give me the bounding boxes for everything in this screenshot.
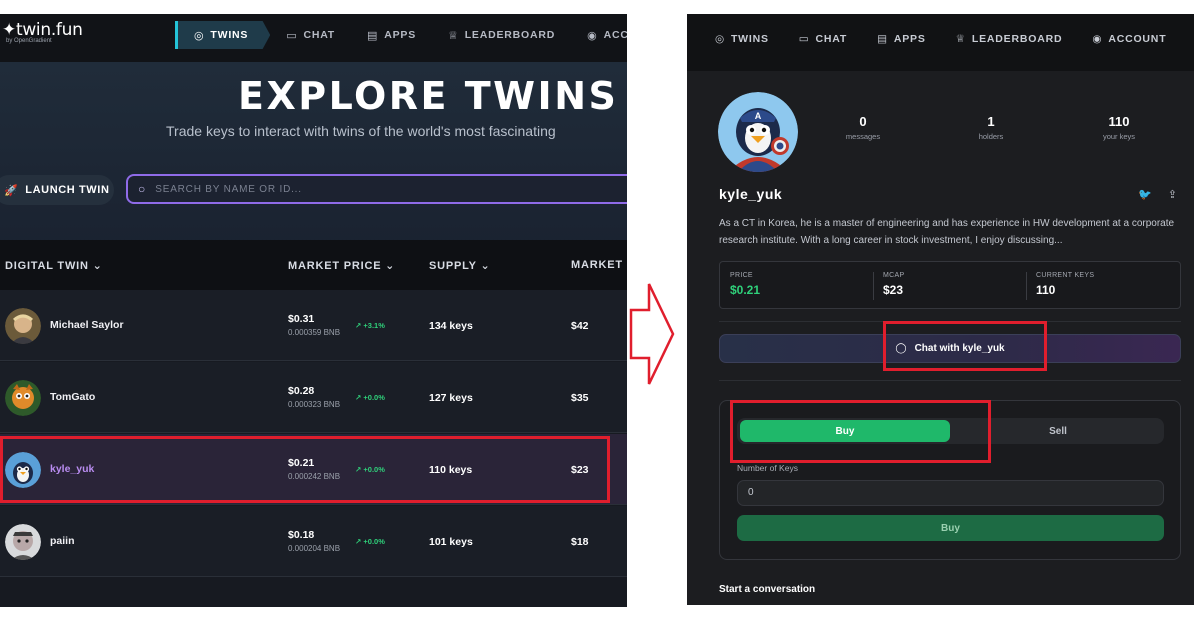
user-circle-icon: ◉ [587, 29, 598, 42]
tab-leaderboard[interactable]: ♕ LEADERBOARD [432, 21, 571, 49]
right-panel: ◎ TWINS ▭ CHAT ▤ APPS ♕ LEADERBOARD ◉ ACCOUNT… [687, 14, 1194, 605]
conversation-heading: Start a conversation [719, 584, 816, 595]
twin-name[interactable]: paiin [50, 535, 75, 547]
arrow-right-icon [629, 283, 675, 385]
tab-twins[interactable]: ◎ TWINS [715, 33, 769, 45]
stat-price: PRICE $0.21 [730, 272, 761, 297]
share-icon[interactable]: ⇪ [1168, 188, 1177, 201]
annotation-highlight-buy [730, 400, 991, 463]
compass-icon: ◎ [194, 29, 205, 42]
avatar [5, 380, 41, 416]
bnb-price: 0.000204 BNB [288, 544, 341, 553]
social-links: 🐦 ⇪ [1138, 188, 1177, 201]
rocket-icon: 🚀 [4, 184, 19, 197]
compass-icon: ◎ [715, 33, 725, 45]
market-price: $0.28 [288, 385, 315, 397]
market-cap: $18 [571, 536, 589, 548]
number-of-keys-input[interactable]: 0 [737, 480, 1164, 506]
stat-current-keys: CURRENT KEYS 110 [1036, 272, 1095, 297]
stat-your-keys: 110 your keys [1102, 114, 1136, 141]
user-circle-icon: ◉ [1092, 33, 1103, 45]
trophy-icon: ♕ [448, 29, 459, 42]
supply: 127 keys [429, 392, 473, 404]
keys-label: Number of Keys [737, 463, 798, 473]
avatar [5, 524, 41, 560]
brand-logo: ✦twin.fun [2, 20, 83, 40]
table-header: DIGITAL TWIN ⌄ MARKET PRICE ⌄ SUPPLY ⌄ M… [0, 240, 627, 290]
tab-chat[interactable]: ▭ CHAT [270, 21, 351, 49]
avatar [5, 308, 41, 344]
market-price: $0.31 [288, 313, 315, 325]
supply: 134 keys [429, 320, 473, 332]
annotation-highlight-chat [883, 321, 1047, 371]
top-nav: ✦twin.fun by OpenGradient ◎ TWINS ▭ CHAT ▤… [0, 14, 627, 62]
market-stats: PRICE $0.21 MCAP $23 CURRENT KEYS 110 [719, 261, 1181, 309]
top-nav: ◎ TWINS ▭ CHAT ▤ APPS ♕ LEADERBOARD ◉ ACCOUNT [687, 14, 1194, 71]
trend-up-icon: ↗ [355, 393, 362, 402]
stat-messages: 0 messages [845, 114, 881, 141]
tab-apps[interactable]: ▤ APPS [351, 21, 432, 49]
twin-name[interactable]: Michael Saylor [50, 319, 124, 331]
tab-chat[interactable]: ▭ CHAT [799, 33, 847, 45]
tab-account[interactable]: ◉ACCOUNT [1092, 33, 1166, 45]
price-change: ↗ +0.0% [355, 393, 385, 402]
brand[interactable]: ✦twin.fun by OpenGradient [2, 20, 83, 44]
trend-up-icon: ↗ [355, 321, 362, 330]
stat-mcap: MCAP $23 [883, 272, 905, 297]
page-title: EXPLORE TWINS [238, 74, 619, 118]
bnb-price: 0.000323 BNB [288, 400, 341, 409]
price-change: ↗ +0.0% [355, 537, 385, 546]
column-market-price[interactable]: MARKET PRICE ⌄ [288, 259, 395, 272]
nav-tabs: ◎TWINS ▭CHAT ▤APPS ♕LEADERBOARD ◉ACCOUNT [715, 33, 1166, 45]
buy-button[interactable]: Buy [737, 515, 1164, 541]
tab-twins[interactable]: ◎ TWINS [175, 21, 271, 49]
chat-icon: ▭ [798, 33, 810, 45]
price-change: ↗ +3.1% [355, 321, 385, 330]
table-row[interactable]: Michael Saylor $0.31 0.000359 BNB ↗ +3.1… [0, 290, 627, 361]
column-digital-twin[interactable]: DIGITAL TWIN ⌄ [5, 259, 103, 272]
svg-text:A: A [755, 111, 762, 121]
search-icon: ○ [138, 182, 146, 196]
hero: EXPLORE TWINS Trade keys to interact wit… [0, 62, 627, 254]
market-price: $0.18 [288, 529, 315, 541]
launch-twin-button[interactable]: 🚀 LAUNCH TWIN [0, 175, 114, 205]
stat-holders: 1 holders [978, 114, 1004, 141]
twitter-icon[interactable]: 🐦 [1138, 188, 1152, 201]
window-icon: ▤ [367, 29, 379, 42]
tab-account[interactable]: ◉ACCOUNT [571, 21, 627, 49]
profile-bio: As a CT in Korea, he is a master of engi… [719, 218, 1175, 246]
profile-name: kyle_yuk [719, 186, 783, 202]
divider [719, 380, 1181, 381]
market-cap: $35 [571, 392, 589, 404]
trend-up-icon: ↗ [355, 537, 362, 546]
profile-avatar: A [718, 92, 798, 172]
column-supply[interactable]: SUPPLY ⌄ [429, 259, 490, 272]
bnb-price: 0.000359 BNB [288, 328, 341, 337]
tab-apps[interactable]: ▤ APPS [877, 33, 926, 45]
supply: 101 keys [429, 536, 473, 548]
table-row[interactable]: paiin $0.18 0.000204 BNB ↗ +0.0% 101 key… [0, 506, 627, 577]
window-icon: ▤ [877, 33, 888, 45]
sparkle-icon: ✦ [2, 20, 16, 40]
nav-tabs: ◎TWINS ▭CHAT ▤APPS ♕LEADERBOARD ◉ACCOUNT [175, 21, 627, 49]
column-market-cap[interactable]: MARKET C [571, 259, 627, 271]
page-subtitle: Trade keys to interact with twins of the… [166, 123, 556, 139]
twin-name[interactable]: TomGato [50, 391, 95, 403]
chat-icon: ▭ [286, 29, 298, 42]
tab-leaderboard[interactable]: ♕ LEADERBOARD [956, 33, 1063, 45]
market-cap: $42 [571, 320, 589, 332]
left-panel: ✦twin.fun by OpenGradient ◎ TWINS ▭ CHAT ▤… [0, 14, 627, 607]
annotation-highlight-row [0, 436, 610, 503]
trophy-icon: ♕ [955, 33, 966, 45]
search-input[interactable]: ○ SEARCH BY NAME OR ID... [126, 174, 627, 204]
search-placeholder: SEARCH BY NAME OR ID... [155, 183, 302, 195]
table-row[interactable]: TomGato $0.28 0.000323 BNB ↗ +0.0% 127 k… [0, 362, 627, 433]
